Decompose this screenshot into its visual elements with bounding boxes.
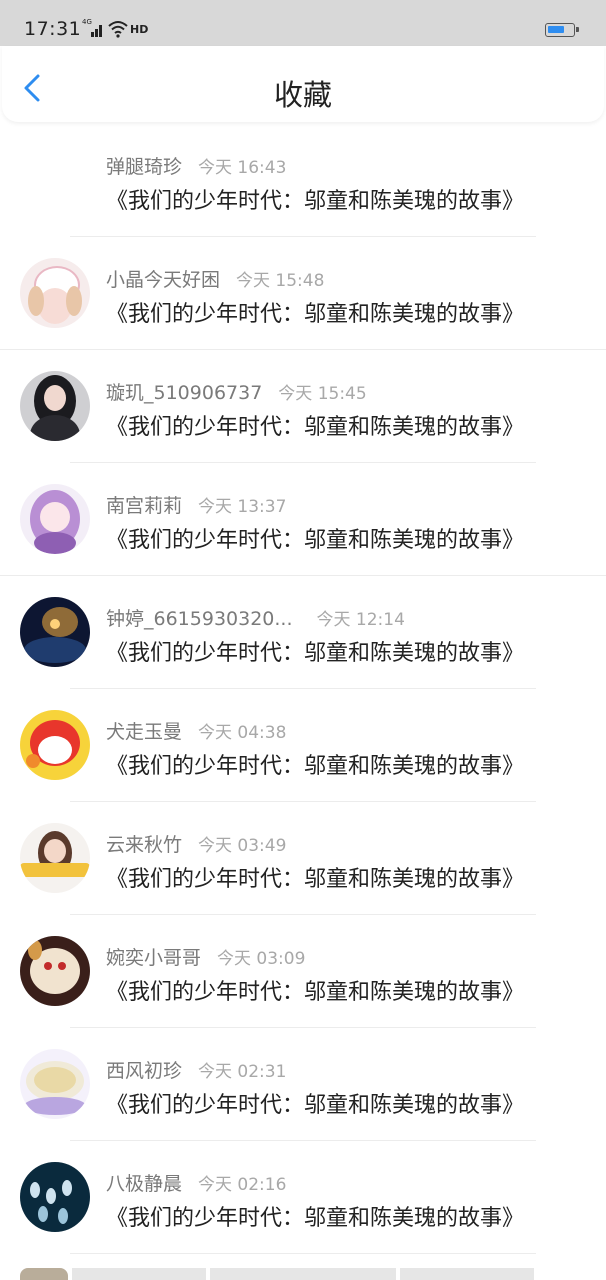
item-title[interactable]: 《我们的少年时代：邬童和陈美瑰的故事》 — [106, 748, 524, 780]
user-name[interactable]: 云来秋竹 — [106, 834, 182, 856]
item-title[interactable]: 《我们的少年时代：邬童和陈美瑰的故事》 — [106, 1200, 524, 1232]
avatar[interactable] — [20, 597, 90, 667]
avatar[interactable] — [20, 936, 90, 1006]
item-title[interactable]: 《我们的少年时代：邬童和陈美瑰的故事》 — [106, 409, 524, 441]
user-name[interactable]: 钟婷_6615930320... — [106, 608, 293, 630]
list-item[interactable]: 八极静晨 今天 02:16 《我们的少年时代：邬童和陈美瑰的故事》 — [0, 1141, 606, 1254]
status-time: 17:31 — [24, 18, 82, 40]
list-item[interactable]: 婉奕小哥哥 今天 03:09 《我们的少年时代：邬童和陈美瑰的故事》 — [0, 915, 606, 1028]
user-name[interactable]: 西风初珍 — [106, 1060, 182, 1082]
item-meta: 弹腿琦珍 今天 16:43 — [106, 152, 286, 179]
avatar[interactable] — [20, 371, 90, 441]
user-name[interactable]: 八极静晨 — [106, 1173, 182, 1195]
timestamp: 今天 02:31 — [198, 1062, 287, 1082]
list-item[interactable]: 弹腿琦珍 今天 16:43 《我们的少年时代：邬童和陈美瑰的故事》 — [0, 124, 606, 237]
timestamp: 今天 04:38 — [198, 723, 287, 743]
next-item-peek — [0, 1268, 606, 1280]
timestamp: 今天 16:43 — [198, 158, 287, 178]
divider — [70, 1253, 536, 1254]
page-title: 收藏 — [273, 78, 332, 112]
user-name[interactable]: 弹腿琦珍 — [106, 156, 182, 178]
item-title[interactable]: 《我们的少年时代：邬童和陈美瑰的故事》 — [106, 183, 524, 215]
user-name[interactable]: 小晶今天好困 — [106, 269, 220, 291]
avatar[interactable] — [20, 710, 90, 780]
item-meta: 西风初珍 今天 02:31 — [106, 1056, 286, 1083]
item-meta: 小晶今天好困 今天 15:48 — [106, 265, 324, 292]
signal-label: 4G — [82, 18, 92, 26]
list-item[interactable]: 璇玑_510906737 今天 15:45 《我们的少年时代：邬童和陈美瑰的故事》 — [0, 350, 606, 463]
hd-label: HD — [130, 22, 149, 36]
header: 收藏 — [2, 46, 604, 122]
list-item[interactable]: 小晶今天好困 今天 15:48 《我们的少年时代：邬童和陈美瑰的故事》 — [0, 237, 606, 350]
list-item[interactable]: 钟婷_6615930320... 今天 12:14 《我们的少年时代：邬童和陈美瑰… — [0, 576, 606, 689]
item-meta: 璇玑_510906737 今天 15:45 — [106, 378, 367, 405]
user-name[interactable]: 犬走玉曼 — [106, 721, 182, 743]
timestamp: 今天 15:45 — [278, 384, 367, 404]
list-item[interactable]: 犬走玉曼 今天 04:38 《我们的少年时代：邬童和陈美瑰的故事》 — [0, 689, 606, 802]
status-icons: 4G HD — [82, 18, 148, 40]
item-title[interactable]: 《我们的少年时代：邬童和陈美瑰的故事》 — [106, 974, 524, 1006]
battery-icon — [545, 23, 579, 37]
item-title[interactable]: 《我们的少年时代：邬童和陈美瑰的故事》 — [106, 861, 524, 893]
avatar[interactable] — [20, 823, 90, 893]
timestamp: 今天 03:09 — [217, 949, 306, 969]
cellular-signal-icon: 4G — [82, 18, 104, 38]
item-title[interactable]: 《我们的少年时代：邬童和陈美瑰的故事》 — [106, 1087, 524, 1119]
list-item[interactable]: 南宫莉莉 今天 13:37 《我们的少年时代：邬童和陈美瑰的故事》 — [0, 463, 606, 576]
avatar[interactable] — [20, 484, 90, 554]
item-meta: 婉奕小哥哥 今天 03:09 — [106, 943, 305, 970]
avatar[interactable] — [20, 1049, 90, 1119]
timestamp: 今天 13:37 — [198, 497, 287, 517]
user-name[interactable]: 南宫莉莉 — [106, 495, 182, 517]
timestamp: 今天 03:49 — [198, 836, 287, 856]
status-bar: 17:31 4G HD — [0, 0, 606, 46]
item-meta: 犬走玉曼 今天 04:38 — [106, 717, 286, 744]
avatar[interactable] — [20, 1162, 90, 1232]
item-meta: 八极静晨 今天 02:16 — [106, 1169, 286, 1196]
list-item[interactable]: 云来秋竹 今天 03:49 《我们的少年时代：邬童和陈美瑰的故事》 — [0, 802, 606, 915]
avatar[interactable] — [20, 258, 90, 328]
timestamp: 今天 15:48 — [236, 271, 325, 291]
item-title[interactable]: 《我们的少年时代：邬童和陈美瑰的故事》 — [106, 522, 524, 554]
user-name[interactable]: 璇玑_510906737 — [106, 382, 262, 404]
item-meta: 钟婷_6615930320... 今天 12:14 — [106, 604, 405, 631]
list-item[interactable]: 西风初珍 今天 02:31 《我们的少年时代：邬童和陈美瑰的故事》 — [0, 1028, 606, 1141]
timestamp: 今天 12:14 — [316, 610, 405, 630]
timestamp: 今天 02:16 — [198, 1175, 287, 1195]
item-title[interactable]: 《我们的少年时代：邬童和陈美瑰的故事》 — [106, 296, 524, 328]
item-title[interactable]: 《我们的少年时代：邬童和陈美瑰的故事》 — [106, 635, 524, 667]
wifi-icon — [108, 21, 128, 38]
item-meta: 南宫莉莉 今天 13:37 — [106, 491, 286, 518]
user-name[interactable]: 婉奕小哥哥 — [106, 947, 201, 969]
item-meta: 云来秋竹 今天 03:49 — [106, 830, 286, 857]
